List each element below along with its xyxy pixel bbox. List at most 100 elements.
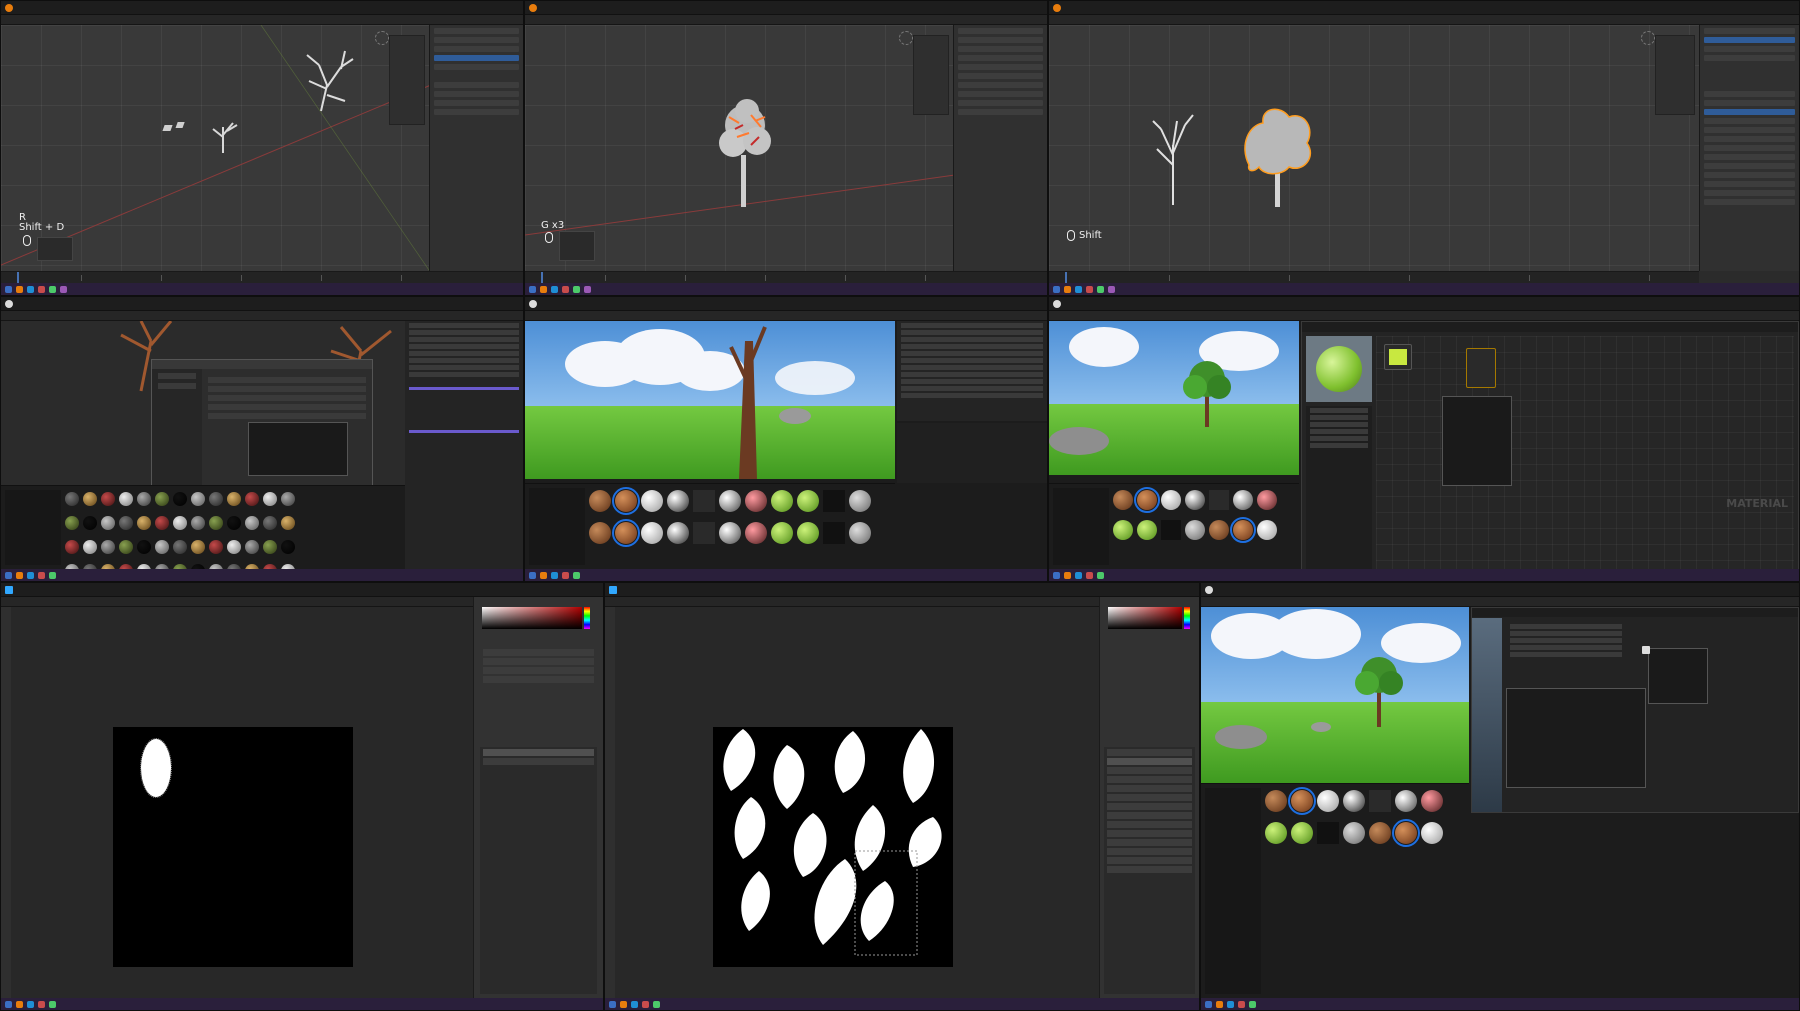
asset-thumbnail[interactable] — [1257, 520, 1277, 540]
asset-thumbnail[interactable] — [1113, 490, 1133, 510]
asset-thumbnail[interactable] — [155, 492, 169, 506]
asset-thumbnail[interactable] — [209, 516, 223, 530]
content-browser[interactable] — [525, 483, 895, 569]
unreal-menu-bar[interactable] — [1049, 297, 1799, 311]
asset-thumbnail[interactable] — [101, 516, 115, 530]
asset-thumbnail[interactable] — [65, 540, 79, 554]
asset-thumbnail[interactable] — [209, 540, 223, 554]
taskbar[interactable] — [1, 569, 523, 581]
unreal-menu-bar[interactable] — [525, 297, 1047, 311]
photoshop-menu-bar[interactable] — [1, 583, 603, 597]
content-browser[interactable] — [1201, 783, 1469, 998]
node-context-menu[interactable] — [1442, 396, 1512, 486]
asset-thumbnail[interactable] — [245, 492, 259, 506]
asset-thumbnail[interactable] — [641, 522, 663, 544]
level-viewport[interactable] — [1201, 607, 1469, 783]
asset-thumbnail[interactable] — [137, 492, 151, 506]
viewport-header[interactable] — [1, 15, 523, 25]
asset-thumbnail[interactable] — [209, 492, 223, 506]
asset-thumbnail[interactable] — [137, 540, 151, 554]
asset-thumbnail[interactable] — [667, 490, 689, 512]
taskbar[interactable] — [525, 283, 1047, 295]
asset-thumbnail[interactable] — [173, 492, 187, 506]
asset-thumbnail[interactable] — [1369, 822, 1391, 844]
asset-thumbnail[interactable] — [1343, 822, 1365, 844]
document-canvas[interactable] — [113, 727, 353, 967]
folder-tree[interactable] — [529, 488, 585, 565]
color-picker[interactable] — [1108, 607, 1182, 629]
asset-thumbnail[interactable] — [1209, 490, 1229, 510]
asset-thumbnail[interactable] — [771, 490, 793, 512]
asset-thumbnail[interactable] — [1317, 790, 1339, 812]
asset-thumbnails[interactable] — [1113, 487, 1295, 565]
outliner-properties[interactable] — [429, 25, 523, 271]
asset-thumbnail[interactable] — [849, 490, 871, 512]
viewport-3d[interactable]: Shift — [1049, 25, 1699, 271]
asset-thumbnail[interactable] — [227, 492, 241, 506]
asset-thumbnail[interactable] — [1137, 520, 1157, 540]
outliner-properties[interactable] — [1699, 25, 1799, 271]
taskbar[interactable] — [1, 998, 603, 1010]
asset-thumbnail[interactable] — [797, 490, 819, 512]
material-editor-window[interactable]: MATERIAL — [1301, 321, 1799, 575]
level-viewport[interactable] — [1049, 321, 1299, 475]
details-panel[interactable] — [897, 423, 1047, 483]
asset-thumbnail[interactable] — [1265, 790, 1287, 812]
asset-thumbnail[interactable] — [1343, 790, 1365, 812]
blender-menu-bar[interactable] — [525, 1, 1047, 15]
asset-thumbnail[interactable] — [227, 516, 241, 530]
timeline[interactable] — [1, 271, 523, 284]
asset-thumbnail[interactable] — [1185, 520, 1205, 540]
unreal-toolbar[interactable] — [1201, 597, 1799, 607]
texture-editor-window[interactable] — [1471, 607, 1799, 813]
asset-thumbnails[interactable] — [589, 487, 891, 565]
asset-thumbnail[interactable] — [693, 522, 715, 544]
import-options-dialog[interactable] — [151, 359, 373, 503]
asset-thumbnail[interactable] — [119, 516, 133, 530]
asset-thumbnail[interactable] — [745, 490, 767, 512]
properties-panels[interactable] — [473, 597, 603, 998]
leaf-shape[interactable] — [140, 738, 172, 798]
asset-thumbnail[interactable] — [1134, 487, 1160, 513]
main-material-node[interactable] — [1466, 348, 1496, 388]
asset-thumbnail[interactable] — [1288, 787, 1316, 815]
asset-thumbnail[interactable] — [263, 516, 277, 530]
asset-thumbnail[interactable] — [191, 516, 205, 530]
taskbar[interactable] — [1049, 569, 1799, 581]
details-panel[interactable] — [405, 321, 523, 581]
asset-thumbnails[interactable] — [1265, 787, 1465, 994]
asset-thumbnail[interactable] — [101, 540, 115, 554]
asset-thumbnail[interactable] — [1392, 819, 1420, 847]
asset-thumbnail[interactable] — [797, 522, 819, 544]
taskbar[interactable] — [525, 569, 1047, 581]
unreal-toolbar[interactable] — [525, 311, 1047, 321]
timeline[interactable] — [525, 271, 1047, 284]
asset-thumbnail[interactable] — [65, 516, 79, 530]
asset-thumbnail[interactable] — [1395, 790, 1417, 812]
asset-thumbnail[interactable] — [119, 492, 133, 506]
asset-thumbnail[interactable] — [119, 540, 133, 554]
operator-panel[interactable] — [559, 231, 595, 261]
layers-panel[interactable] — [1104, 747, 1195, 994]
unreal-menu-bar[interactable] — [1, 297, 523, 311]
material-thumbnails[interactable] — [65, 492, 401, 578]
asset-thumbnail[interactable] — [823, 522, 845, 544]
asset-thumbnail[interactable] — [263, 492, 277, 506]
asset-thumbnail[interactable] — [1230, 517, 1256, 543]
content-browser[interactable] — [1049, 483, 1299, 569]
asset-thumbnail[interactable] — [155, 540, 169, 554]
asset-thumbnail[interactable] — [612, 519, 640, 547]
asset-thumbnail[interactable] — [1421, 790, 1443, 812]
asset-thumbnail[interactable] — [1161, 490, 1181, 510]
unreal-toolbar[interactable] — [1049, 311, 1799, 321]
nav-gizmo-icon[interactable] — [375, 31, 389, 45]
asset-thumbnail[interactable] — [101, 492, 115, 506]
taskbar[interactable] — [605, 998, 1199, 1010]
asset-thumbnail[interactable] — [155, 516, 169, 530]
outliner[interactable] — [897, 321, 1047, 421]
asset-thumbnail[interactable] — [612, 487, 640, 515]
asset-thumbnail[interactable] — [191, 492, 205, 506]
tools-panel[interactable] — [1, 607, 11, 998]
content-browser[interactable] — [1, 485, 405, 578]
asset-thumbnail[interactable] — [245, 516, 259, 530]
